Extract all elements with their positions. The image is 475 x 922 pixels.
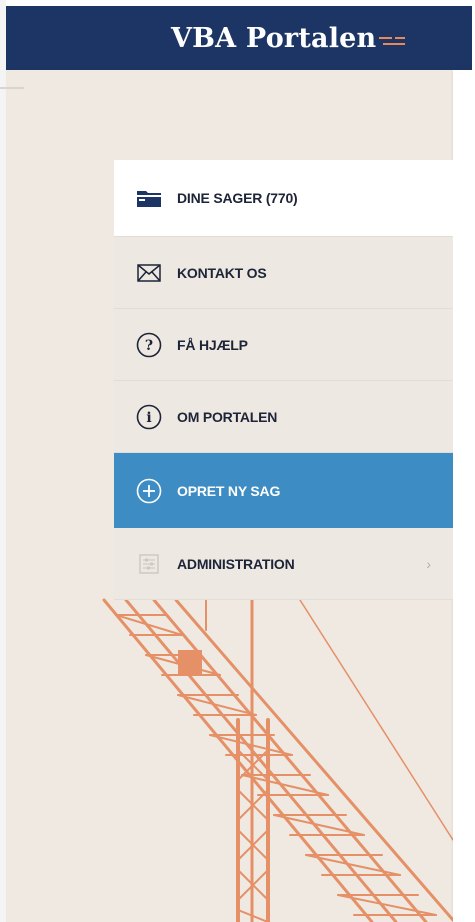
menu-item-label: OPRET NY SAG	[177, 482, 281, 499]
menu-item-administration[interactable]: ADMINISTRATION ›	[114, 528, 453, 600]
app-frame: VBA Portalen DINE SAGER (770) KONTAKT OS…	[0, 0, 475, 922]
menu-item-kontakt-os[interactable]: KONTAKT OS	[114, 237, 453, 309]
menu-item-label: OM PORTALEN	[177, 408, 278, 425]
brand-logo[interactable]: VBA Portalen	[171, 20, 406, 56]
menu-item-om-portalen[interactable]: i OM PORTALEN	[114, 381, 453, 453]
main-menu: DINE SAGER (770) KONTAKT OS ? FÅ HJÆLP i…	[114, 160, 453, 600]
envelope-icon	[136, 260, 162, 286]
info-circle-icon: i	[136, 404, 162, 430]
plus-circle-icon	[136, 478, 162, 504]
menu-item-label: FÅ HJÆLP	[177, 336, 248, 353]
svg-text:?: ?	[145, 338, 153, 354]
menu-item-opret-ny-sag[interactable]: OPRET NY SAG	[114, 453, 453, 528]
top-header: VBA Portalen	[6, 6, 472, 70]
chevron-right-icon: ›	[426, 555, 431, 572]
brand-mark-icon	[379, 34, 406, 50]
content-area-edge	[453, 70, 475, 922]
question-circle-icon: ?	[136, 332, 162, 358]
brand-text: VBA Portalen	[171, 22, 377, 54]
menu-item-label: DINE SAGER (770)	[177, 190, 298, 206]
menu-item-label: KONTAKT OS	[177, 264, 267, 281]
settings-sliders-icon	[136, 551, 162, 577]
svg-text:i: i	[146, 410, 151, 426]
menu-item-label: ADMINISTRATION	[177, 555, 295, 572]
folder-icon	[136, 185, 162, 211]
menu-item-dine-sager[interactable]: DINE SAGER (770)	[114, 160, 453, 237]
topline-divider	[0, 87, 24, 89]
menu-item-faa-hjaelp[interactable]: ? FÅ HJÆLP	[114, 309, 453, 381]
